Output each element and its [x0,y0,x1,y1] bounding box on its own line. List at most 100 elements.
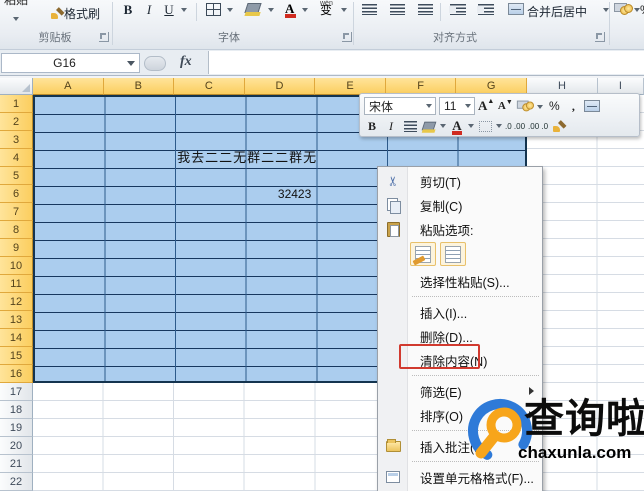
paste-button[interactable]: 粘贴 [4,0,28,8]
merge-center-icon [508,3,524,15]
mini-center-icon[interactable] [402,117,418,135]
insert-function-button[interactable]: fx [180,54,192,70]
row-header-16[interactable]: 16 [0,365,33,383]
row-header-17[interactable]: 17 [0,383,33,401]
row-header-21[interactable]: 21 [0,455,33,473]
mini-fill-color-icon[interactable] [421,117,437,135]
column-header-D[interactable]: D [245,78,316,95]
bold-button[interactable]: B [119,1,137,19]
column-header-B[interactable]: B [104,78,175,95]
phonetic-dropdown-caret[interactable] [341,8,347,12]
menu-item-label: 排序(O) [420,406,463,425]
percent-style-button[interactable]: % [640,3,644,17]
mini-increase-decimal-button[interactable]: .0 .00 [505,117,525,135]
row-header-1[interactable]: 1 [0,95,33,113]
row-header-22[interactable]: 22 [0,473,33,491]
italic-button[interactable]: I [141,1,157,19]
select-all-corner[interactable] [0,78,33,95]
mini-borders-caret[interactable] [496,124,502,128]
borders-icon[interactable] [206,3,221,16]
mini-grow-font-button[interactable]: A▲ [478,97,494,115]
underline-button[interactable]: U [161,1,177,19]
mini-shrink-font-button[interactable]: A▼ [497,97,513,115]
column-header-C[interactable]: C [174,78,245,95]
merge-center-button[interactable]: 合并后居中 [527,2,587,20]
increase-indent-icon[interactable] [478,4,494,15]
row-header-6[interactable]: 6 [0,185,33,203]
mini-comma-button[interactable]: , [565,97,581,115]
fill-color-icon[interactable] [244,3,261,13]
clipboard-group-label: 剪贴板 [22,29,88,45]
excel-window: 粘贴 格式刷 剪贴板 B I U A wén变 字体 合并后居中 对齐方式 [0,0,644,491]
mini-italic-button[interactable]: I [383,117,399,135]
font-group-label: 字体 [196,29,262,45]
mini-decrease-decimal-button[interactable]: .00 .0 [528,117,548,135]
row-header-9[interactable]: 9 [0,239,33,257]
paste-keep-formatting-icon[interactable] [410,242,436,266]
mini-accounting-caret[interactable] [537,105,543,109]
row-header-5[interactable]: 5 [0,167,33,185]
row-header-3[interactable]: 3 [0,131,33,149]
row-header-2[interactable]: 2 [0,113,33,131]
fill-color-dropdown-caret[interactable] [268,8,274,12]
row-header-4[interactable]: 4 [0,149,33,167]
format-painter-button[interactable]: 格式刷 [64,4,100,22]
row-header-8[interactable]: 8 [0,221,33,239]
formula-input[interactable] [208,51,644,74]
decrease-indent-icon[interactable] [450,4,466,15]
mini-merge-icon[interactable] [584,97,600,115]
watermark-url: chaxunla.com [518,443,631,463]
menu-item[interactable]: ✂剪切(T) [378,169,542,193]
mini-font-size-combo[interactable]: 11 [439,97,475,115]
menu-item[interactable]: 复制(C) [378,193,542,217]
menu-item-label: 设置单元格格式(F)... [420,468,534,487]
paste-options-icons [378,241,542,269]
menu-item[interactable]: 插入(I)... [378,300,542,324]
mini-toolbar: 宋体 11 A▲ A▼ % , B I A .0 .00 .00 .0 [359,93,640,137]
cell-D6-text: 32423 [245,185,312,203]
menu-item[interactable]: 粘贴选项: [378,217,542,241]
mini-bold-button[interactable]: B [364,117,380,135]
paste-values-icon[interactable] [440,242,466,266]
name-box-caret-icon[interactable] [127,61,135,66]
row-header-18[interactable]: 18 [0,401,33,419]
menu-item-label: 选择性粘贴(S)... [420,272,510,291]
name-box[interactable]: G16 [1,53,140,73]
row-header-7[interactable]: 7 [0,203,33,221]
accounting-format-icon[interactable] [614,2,632,16]
font-dialog-launcher[interactable] [342,32,352,42]
row-header-15[interactable]: 15 [0,347,33,365]
mini-borders-icon[interactable] [477,117,493,135]
menu-item[interactable]: 选择性粘贴(S)... [378,269,542,293]
row-header-10[interactable]: 10 [0,257,33,275]
mini-font-color-icon[interactable]: A [449,117,465,135]
underline-dropdown-caret[interactable] [181,8,187,12]
row-header-19[interactable]: 19 [0,419,33,437]
mini-accounting-icon[interactable] [516,97,534,115]
mini-font-color-caret[interactable] [468,124,474,128]
alignment-dialog-launcher[interactable] [595,32,605,42]
font-color-icon[interactable]: A [285,3,294,15]
row-header-12[interactable]: 12 [0,293,33,311]
font-color-dropdown-caret[interactable] [302,8,308,12]
mini-font-size: 11 [444,99,456,113]
mini-fill-caret[interactable] [440,124,446,128]
align-left-icon[interactable] [362,4,377,15]
borders-dropdown-caret[interactable] [227,8,233,12]
align-right-icon[interactable] [418,4,433,15]
phonetic-guide-icon[interactable]: wén变 [320,5,332,16]
row-header-14[interactable]: 14 [0,329,33,347]
row-header-20[interactable]: 20 [0,437,33,455]
clipboard-dialog-launcher[interactable] [99,32,109,42]
paste-dropdown-caret[interactable] [13,17,19,21]
alignment-group-label: 对齐方式 [422,29,488,45]
align-center-icon[interactable] [390,4,405,15]
menu-item-label: 复制(C) [420,196,462,215]
watermark-title: 查询啦 [524,397,644,441]
mini-format-painter-icon[interactable] [551,117,567,135]
row-header-11[interactable]: 11 [0,275,33,293]
mini-percent-button[interactable]: % [546,97,562,115]
row-header-13[interactable]: 13 [0,311,33,329]
mini-font-name-combo[interactable]: 宋体 [364,97,436,115]
column-header-A[interactable]: A [33,78,104,95]
